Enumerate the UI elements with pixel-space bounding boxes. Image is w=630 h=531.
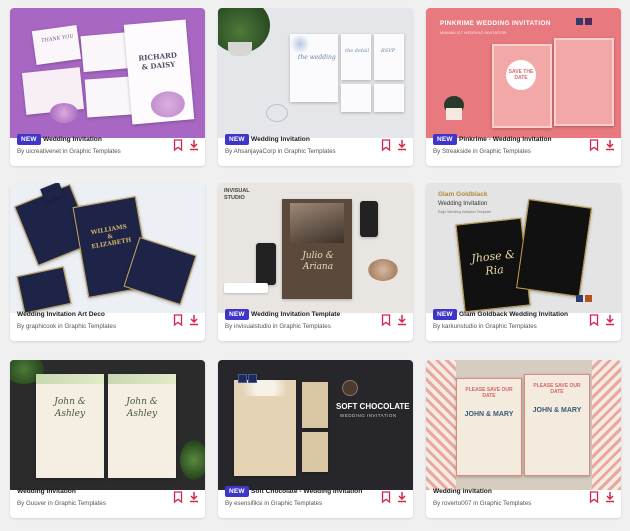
- card-author[interactable]: By roverto007 in Graphic Templates: [433, 500, 531, 507]
- card-meta: NEW Glam Goldback Wedding Invitation By …: [426, 305, 621, 341]
- card-author[interactable]: By uicreativenet in Graphic Templates: [17, 148, 121, 155]
- card-author[interactable]: By Streakside in Graphic Templates: [433, 148, 531, 155]
- card-meta: NEW Wedding Invitation By AhsanjayaCorp …: [218, 130, 413, 166]
- bookmark-icon[interactable]: [173, 314, 183, 326]
- download-icon[interactable]: [397, 491, 407, 503]
- bookmark-icon[interactable]: [173, 139, 183, 151]
- card-meta: Wedding invitation By roverto007 in Grap…: [426, 482, 621, 518]
- card-title[interactable]: Wedding Invitation Template: [251, 309, 340, 320]
- download-icon[interactable]: [605, 491, 615, 503]
- preview-text: Julio & Ariana: [302, 251, 334, 272]
- bookmark-icon[interactable]: [381, 139, 391, 151]
- preview-text: PLEASE SAVE OUR DATE: [465, 387, 513, 399]
- preview-text: WEDDING INVITATION: [340, 413, 397, 418]
- download-icon[interactable]: [397, 139, 407, 151]
- card-title[interactable]: Wedding Invitation Art Deco: [17, 309, 105, 320]
- template-card[interactable]: SOFT CHOCOLATE WEDDING INVITATION NEW So…: [218, 360, 413, 518]
- template-preview[interactable]: WILLIAMS & ELIZABETH: [10, 183, 205, 313]
- preview-text: SOFT CHOCOLATE: [336, 402, 410, 411]
- download-icon[interactable]: [189, 139, 199, 151]
- bookmark-icon[interactable]: [589, 139, 599, 151]
- template-preview[interactable]: INVISUAL STUDIO Julio & Ariana: [218, 183, 413, 313]
- preview-text: THANK YOU: [40, 33, 75, 45]
- preview-text: Edge Wedding Invitation Template: [438, 210, 491, 214]
- download-icon[interactable]: [605, 139, 615, 151]
- new-badge: NEW: [433, 309, 457, 320]
- card-title[interactable]: Soft Chocolate - Wedding Invitation: [251, 486, 362, 497]
- template-card[interactable]: THANK YOU RICHARD & DAISY NEW Wedding In…: [10, 8, 205, 166]
- template-card[interactable]: INVISUAL STUDIO Julio & Ariana NEW Weddi…: [218, 183, 413, 341]
- card-author[interactable]: By graphicook in Graphic Templates: [17, 323, 116, 330]
- bookmark-icon[interactable]: [173, 491, 183, 503]
- template-card[interactable]: PLEASE SAVE OUR DATE JOHN & MARY PLEASE …: [426, 360, 621, 518]
- card-title[interactable]: Wedding invitation: [433, 486, 492, 497]
- template-preview[interactable]: PINKRIME WEDDING INVITATION MINIMALIST W…: [426, 8, 621, 138]
- new-badge: NEW: [225, 134, 249, 145]
- preview-text: the detail: [345, 48, 370, 54]
- bookmark-icon[interactable]: [381, 314, 391, 326]
- template-preview[interactable]: PLEASE SAVE OUR DATE JOHN & MARY PLEASE …: [426, 360, 621, 490]
- card-meta: NEW Wedding Invitation Template By invis…: [218, 305, 413, 341]
- preview-text: RICHARD & DAISY: [138, 50, 178, 72]
- template-card[interactable]: PINKRIME WEDDING INVITATION MINIMALIST W…: [426, 8, 621, 166]
- preview-text: JOHN & MARY: [464, 411, 514, 418]
- preview-text: the wedding: [298, 54, 336, 61]
- new-badge: NEW: [225, 486, 249, 497]
- preview-text: Jhose & Ria: [470, 247, 516, 278]
- card-title[interactable]: Wedding Invitation: [251, 134, 310, 145]
- card-title[interactable]: Wedding Invitation: [17, 486, 76, 497]
- preview-text: PLEASE SAVE OUR DATE: [533, 383, 581, 395]
- template-preview[interactable]: Glam Goldblack Wedding Invitation Edge W…: [426, 183, 621, 313]
- template-preview[interactable]: John & Ashley John & Ashley: [10, 360, 205, 490]
- template-card[interactable]: Glam Goldblack Wedding Invitation Edge W…: [426, 183, 621, 341]
- preview-text: RSVP: [381, 48, 396, 54]
- template-preview[interactable]: THANK YOU RICHARD & DAISY: [10, 8, 205, 138]
- card-author[interactable]: By esensifiksi in Graphic Templates: [225, 500, 322, 507]
- download-icon[interactable]: [189, 314, 199, 326]
- new-badge: NEW: [433, 134, 457, 145]
- preview-text: INVISUAL STUDIO: [224, 188, 250, 201]
- card-meta: NEW Wedding Invitation By uicreativenet …: [10, 130, 205, 166]
- download-icon[interactable]: [189, 491, 199, 503]
- preview-text: MINIMALIST WEDDING INVITATION: [440, 30, 507, 35]
- preview-text: SAVE THE DATE: [508, 69, 534, 81]
- preview-text: JOHN & MARY: [532, 407, 582, 414]
- card-title[interactable]: Wedding Invitation: [43, 134, 102, 145]
- card-meta: NEW Pinkrime - Wedding Invitation By Str…: [426, 130, 621, 166]
- preview-text: John & Ashley: [126, 397, 158, 419]
- bookmark-icon[interactable]: [381, 491, 391, 503]
- template-card[interactable]: John & Ashley John & Ashley Wedding Invi…: [10, 360, 205, 518]
- new-badge: NEW: [225, 309, 249, 320]
- bookmark-icon[interactable]: [589, 314, 599, 326]
- preview-text: PINKRIME WEDDING INVITATION: [440, 20, 551, 27]
- download-icon[interactable]: [397, 314, 407, 326]
- preview-text: John & Ashley: [54, 397, 86, 419]
- card-title[interactable]: Pinkrime - Wedding Invitation: [459, 134, 552, 145]
- preview-text: Wedding Invitation: [438, 201, 488, 207]
- card-author[interactable]: By Guuver in Graphic Templates: [17, 500, 106, 507]
- template-card[interactable]: WILLIAMS & ELIZABETH Wedding Invitation …: [10, 183, 205, 341]
- card-meta: Wedding Invitation By Guuver in Graphic …: [10, 482, 205, 518]
- download-icon[interactable]: [605, 314, 615, 326]
- card-author[interactable]: By AhsanjayaCorp in Graphic Templates: [225, 148, 336, 155]
- card-title[interactable]: Glam Goldback Wedding Invitation: [459, 309, 568, 320]
- template-preview[interactable]: SOFT CHOCOLATE WEDDING INVITATION: [218, 360, 413, 490]
- card-author[interactable]: By karkunstudio in Graphic Templates: [433, 323, 537, 330]
- card-meta: NEW Soft Chocolate - Wedding Invitation …: [218, 482, 413, 518]
- preview-text: Glam Goldblack: [438, 191, 488, 198]
- card-meta: Wedding Invitation Art Deco By graphicoo…: [10, 305, 205, 341]
- template-grid: THANK YOU RICHARD & DAISY NEW Wedding In…: [0, 0, 630, 531]
- preview-text: WILLIAMS & ELIZABETH: [90, 223, 132, 251]
- new-badge: NEW: [17, 134, 41, 145]
- bookmark-icon[interactable]: [589, 491, 599, 503]
- template-card[interactable]: the wedding the detail RSVP NEW Wedding …: [218, 8, 413, 166]
- template-preview[interactable]: the wedding the detail RSVP: [218, 8, 413, 138]
- card-author[interactable]: By invisualstudio in Graphic Templates: [225, 323, 331, 330]
